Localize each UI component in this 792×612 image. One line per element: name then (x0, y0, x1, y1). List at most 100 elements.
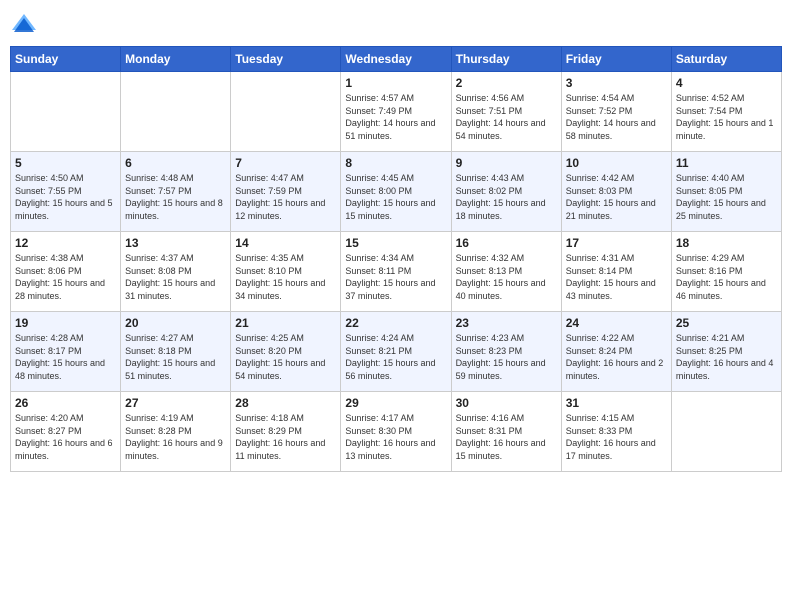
day-number: 12 (15, 236, 116, 250)
calendar-cell: 25 Sunrise: 4:21 AM Sunset: 8:25 PM Dayli… (671, 312, 781, 392)
calendar-cell: 22 Sunrise: 4:24 AM Sunset: 8:21 PM Dayli… (341, 312, 451, 392)
day-info: Sunrise: 4:50 AM Sunset: 7:55 PM Dayligh… (15, 172, 116, 222)
day-number: 21 (235, 316, 336, 330)
day-number: 19 (15, 316, 116, 330)
day-info: Sunrise: 4:38 AM Sunset: 8:06 PM Dayligh… (15, 252, 116, 302)
day-number: 24 (566, 316, 667, 330)
calendar-cell: 3 Sunrise: 4:54 AM Sunset: 7:52 PM Daylig… (561, 72, 671, 152)
calendar-cell: 19 Sunrise: 4:28 AM Sunset: 8:17 PM Dayli… (11, 312, 121, 392)
day-info: Sunrise: 4:37 AM Sunset: 8:08 PM Dayligh… (125, 252, 226, 302)
day-info: Sunrise: 4:27 AM Sunset: 8:18 PM Dayligh… (125, 332, 226, 382)
day-info: Sunrise: 4:25 AM Sunset: 8:20 PM Dayligh… (235, 332, 336, 382)
day-info: Sunrise: 4:16 AM Sunset: 8:31 PM Dayligh… (456, 412, 557, 462)
day-info: Sunrise: 4:35 AM Sunset: 8:10 PM Dayligh… (235, 252, 336, 302)
day-info: Sunrise: 4:24 AM Sunset: 8:21 PM Dayligh… (345, 332, 446, 382)
day-number: 29 (345, 396, 446, 410)
day-info: Sunrise: 4:40 AM Sunset: 8:05 PM Dayligh… (676, 172, 777, 222)
calendar-cell (231, 72, 341, 152)
day-number: 1 (345, 76, 446, 90)
day-number: 9 (456, 156, 557, 170)
day-header-monday: Monday (121, 47, 231, 72)
calendar-cell: 18Sunrise: 4:29 AM Sunset: 8:16 PM Dayli… (671, 232, 781, 312)
calendar-cell (121, 72, 231, 152)
calendar-week-row: 26 Sunrise: 4:20 AM Sunset: 8:27 PM Dayli… (11, 392, 782, 472)
day-info: Sunrise: 4:57 AM Sunset: 7:49 PM Dayligh… (345, 92, 446, 142)
day-info: Sunrise: 4:21 AM Sunset: 8:25 PM Dayligh… (676, 332, 777, 382)
day-info: Sunrise: 4:22 AM Sunset: 8:24 PM Dayligh… (566, 332, 667, 382)
calendar-cell: 27Sunrise: 4:19 AM Sunset: 8:28 PM Dayli… (121, 392, 231, 472)
day-number: 14 (235, 236, 336, 250)
calendar-cell: 29Sunrise: 4:17 AM Sunset: 8:30 PM Dayli… (341, 392, 451, 472)
calendar-cell: 20 Sunrise: 4:27 AM Sunset: 8:18 PM Dayli… (121, 312, 231, 392)
day-info: Sunrise: 4:18 AM Sunset: 8:29 PM Dayligh… (235, 412, 336, 462)
calendar-cell: 8 Sunrise: 4:45 AM Sunset: 8:00 PM Daylig… (341, 152, 451, 232)
day-info: Sunrise: 4:45 AM Sunset: 8:00 PM Dayligh… (345, 172, 446, 222)
calendar-cell: 6Sunrise: 4:48 AM Sunset: 7:57 PM Daylig… (121, 152, 231, 232)
calendar-header-row: SundayMondayTuesdayWednesdayThursdayFrid… (11, 47, 782, 72)
calendar-cell: 14 Sunrise: 4:35 AM Sunset: 8:10 PM Dayli… (231, 232, 341, 312)
calendar-week-row: 12 Sunrise: 4:38 AM Sunset: 8:06 PM Dayli… (11, 232, 782, 312)
day-number: 15 (345, 236, 446, 250)
day-info: Sunrise: 4:48 AM Sunset: 7:57 PM Dayligh… (125, 172, 226, 222)
calendar-table: SundayMondayTuesdayWednesdayThursdayFrid… (10, 46, 782, 472)
day-header-sunday: Sunday (11, 47, 121, 72)
day-header-thursday: Thursday (451, 47, 561, 72)
day-header-friday: Friday (561, 47, 671, 72)
day-number: 5 (15, 156, 116, 170)
day-number: 16 (456, 236, 557, 250)
calendar-cell: 4Sunrise: 4:52 AM Sunset: 7:54 PM Daylig… (671, 72, 781, 152)
calendar-cell (11, 72, 121, 152)
day-info: Sunrise: 4:28 AM Sunset: 8:17 PM Dayligh… (15, 332, 116, 382)
day-number: 17 (566, 236, 667, 250)
day-number: 13 (125, 236, 226, 250)
day-header-saturday: Saturday (671, 47, 781, 72)
calendar-cell: 11Sunrise: 4:40 AM Sunset: 8:05 PM Dayli… (671, 152, 781, 232)
day-info: Sunrise: 4:19 AM Sunset: 8:28 PM Dayligh… (125, 412, 226, 462)
calendar-cell: 26 Sunrise: 4:20 AM Sunset: 8:27 PM Dayli… (11, 392, 121, 472)
day-info: Sunrise: 4:34 AM Sunset: 8:11 PM Dayligh… (345, 252, 446, 302)
day-number: 31 (566, 396, 667, 410)
calendar-cell: 10Sunrise: 4:42 AM Sunset: 8:03 PM Dayli… (561, 152, 671, 232)
day-info: Sunrise: 4:31 AM Sunset: 8:14 PM Dayligh… (566, 252, 667, 302)
day-number: 8 (345, 156, 446, 170)
day-info: Sunrise: 4:42 AM Sunset: 8:03 PM Dayligh… (566, 172, 667, 222)
day-number: 26 (15, 396, 116, 410)
day-number: 28 (235, 396, 336, 410)
calendar-week-row: 19 Sunrise: 4:28 AM Sunset: 8:17 PM Dayli… (11, 312, 782, 392)
calendar-cell: 17 Sunrise: 4:31 AM Sunset: 8:14 PM Dayli… (561, 232, 671, 312)
day-info: Sunrise: 4:54 AM Sunset: 7:52 PM Dayligh… (566, 92, 667, 142)
day-number: 7 (235, 156, 336, 170)
calendar-cell: 24 Sunrise: 4:22 AM Sunset: 8:24 PM Dayli… (561, 312, 671, 392)
page: SundayMondayTuesdayWednesdayThursdayFrid… (0, 0, 792, 612)
day-info: Sunrise: 4:56 AM Sunset: 7:51 PM Dayligh… (456, 92, 557, 142)
day-number: 2 (456, 76, 557, 90)
calendar-body: 1 Sunrise: 4:57 AM Sunset: 7:49 PM Daylig… (11, 72, 782, 472)
day-header-wednesday: Wednesday (341, 47, 451, 72)
day-number: 3 (566, 76, 667, 90)
logo (10, 10, 42, 38)
day-number: 25 (676, 316, 777, 330)
day-number: 20 (125, 316, 226, 330)
day-info: Sunrise: 4:52 AM Sunset: 7:54 PM Dayligh… (676, 92, 777, 142)
calendar-cell: 21 Sunrise: 4:25 AM Sunset: 8:20 PM Dayli… (231, 312, 341, 392)
calendar-cell: 9 Sunrise: 4:43 AM Sunset: 8:02 PM Daylig… (451, 152, 561, 232)
day-info: Sunrise: 4:20 AM Sunset: 8:27 PM Dayligh… (15, 412, 116, 462)
calendar-cell: 13 Sunrise: 4:37 AM Sunset: 8:08 PM Dayli… (121, 232, 231, 312)
day-info: Sunrise: 4:43 AM Sunset: 8:02 PM Dayligh… (456, 172, 557, 222)
header (10, 10, 782, 38)
calendar-week-row: 5 Sunrise: 4:50 AM Sunset: 7:55 PM Daylig… (11, 152, 782, 232)
calendar-cell: 12 Sunrise: 4:38 AM Sunset: 8:06 PM Dayli… (11, 232, 121, 312)
calendar-week-row: 1 Sunrise: 4:57 AM Sunset: 7:49 PM Daylig… (11, 72, 782, 152)
day-info: Sunrise: 4:23 AM Sunset: 8:23 PM Dayligh… (456, 332, 557, 382)
calendar-cell: 16 Sunrise: 4:32 AM Sunset: 8:13 PM Dayli… (451, 232, 561, 312)
logo-icon (10, 10, 38, 38)
calendar-cell: 2 Sunrise: 4:56 AM Sunset: 7:51 PM Daylig… (451, 72, 561, 152)
calendar-cell: 1 Sunrise: 4:57 AM Sunset: 7:49 PM Daylig… (341, 72, 451, 152)
calendar-cell: 31 Sunrise: 4:15 AM Sunset: 8:33 PM Dayli… (561, 392, 671, 472)
day-number: 22 (345, 316, 446, 330)
calendar-cell: 30Sunrise: 4:16 AM Sunset: 8:31 PM Dayli… (451, 392, 561, 472)
calendar-cell: 28 Sunrise: 4:18 AM Sunset: 8:29 PM Dayli… (231, 392, 341, 472)
day-info: Sunrise: 4:15 AM Sunset: 8:33 PM Dayligh… (566, 412, 667, 462)
day-info: Sunrise: 4:32 AM Sunset: 8:13 PM Dayligh… (456, 252, 557, 302)
calendar-cell: 23Sunrise: 4:23 AM Sunset: 8:23 PM Dayli… (451, 312, 561, 392)
